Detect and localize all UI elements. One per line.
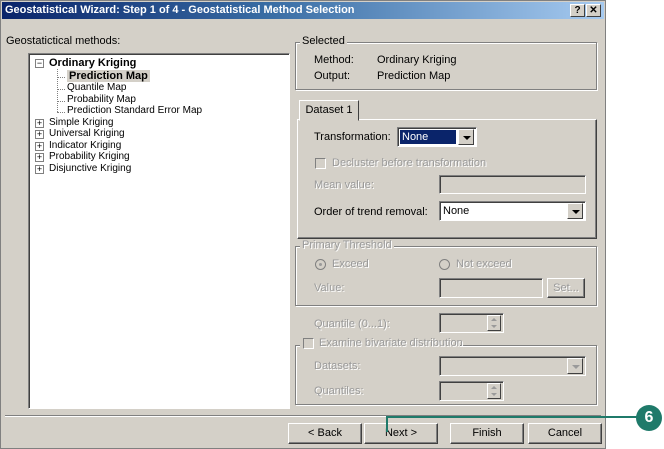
bivariate-checkbox[interactable] xyxy=(303,338,314,349)
chevron-down-icon[interactable] xyxy=(567,358,583,374)
tree-item-label[interactable]: Probability Kriging xyxy=(49,151,130,162)
help-button[interactable]: ? xyxy=(570,4,585,17)
tree-item-selected[interactable]: Prediction Map xyxy=(67,69,150,82)
datasets-select[interactable] xyxy=(439,356,586,376)
window-title: Geostatistical Wizard: Step 1 of 4 - Geo… xyxy=(5,4,355,16)
selected-legend: Selected xyxy=(300,35,347,47)
callout-line xyxy=(386,416,640,432)
trend-select[interactable]: None xyxy=(439,201,586,221)
tree-expander-icon[interactable]: + xyxy=(35,118,44,128)
close-icon: ✕ xyxy=(589,5,598,16)
quantiles-input[interactable] xyxy=(439,381,504,401)
transformation-value: None xyxy=(400,130,456,144)
tree-expander-icon[interactable]: − xyxy=(35,59,44,68)
tree-expander-icon[interactable]: + xyxy=(35,141,44,151)
tree-item-label[interactable]: Ordinary Kriging xyxy=(49,57,136,69)
wizard-window: Geostatistical Wizard: Step 1 of 4 - Geo… xyxy=(0,0,606,449)
not-exceed-radio[interactable] xyxy=(439,259,450,270)
tree-expander-icon[interactable]: + xyxy=(35,130,44,139)
quantiles-label: Quantiles: xyxy=(314,385,364,397)
exceed-radio[interactable] xyxy=(315,259,326,270)
decluster-checkbox[interactable] xyxy=(315,158,326,169)
tab-dataset-1[interactable]: Dataset 1 xyxy=(299,100,359,121)
tree-item-label[interactable]: Universal Kriging xyxy=(49,128,125,139)
mean-input[interactable] xyxy=(439,175,586,194)
tree-item-label[interactable]: Simple Kriging xyxy=(49,117,113,128)
method-label: Method: xyxy=(314,54,354,66)
tree-connector xyxy=(57,112,65,113)
datasets-label: Datasets: xyxy=(314,360,361,372)
not-exceed-label: Not exceed xyxy=(456,258,512,270)
tree-connector xyxy=(57,89,65,90)
callout-badge: 6 xyxy=(636,405,662,431)
output-label: Output: xyxy=(314,70,351,82)
tree-child-label[interactable]: Prediction Standard Error Map xyxy=(67,105,202,116)
set-button[interactable]: Set... xyxy=(547,278,585,298)
threshold-value-label: Value: xyxy=(314,282,345,294)
tree-item-label[interactable]: Indicator Kriging xyxy=(49,140,121,151)
threshold-legend: Primary Threshold xyxy=(300,239,394,251)
quantiles-spin-icon[interactable] xyxy=(487,383,501,399)
tree-expander-icon[interactable]: + xyxy=(35,153,44,162)
tab-dataset-1-label: Dataset 1 xyxy=(305,104,353,116)
title-bar: Geostatistical Wizard: Step 1 of 4 - Geo… xyxy=(2,2,604,19)
methods-tree[interactable]: − Ordinary Kriging Prediction Map Quantile … xyxy=(28,53,290,409)
tree-expander-icon[interactable]: + xyxy=(35,164,44,174)
trend-value: None xyxy=(443,205,470,217)
tree-connector xyxy=(57,100,65,102)
quantile-input[interactable] xyxy=(439,313,504,333)
trend-label: Order of trend removal: xyxy=(314,206,428,218)
exceed-label: Exceed xyxy=(332,258,369,270)
quantile-spin-icon[interactable] xyxy=(487,315,501,331)
tree-child-label[interactable]: Quantile Map xyxy=(67,82,126,93)
method-value: Ordinary Kriging xyxy=(377,54,457,66)
selected-group xyxy=(295,42,597,90)
output-value: Prediction Map xyxy=(377,70,451,82)
bivariate-label: Examine bivariate distribution xyxy=(319,337,463,349)
back-button-label: < Back xyxy=(308,427,342,439)
mean-label: Mean value: xyxy=(314,179,374,191)
threshold-value-input[interactable] xyxy=(439,278,543,298)
transformation-select[interactable]: None xyxy=(397,127,477,147)
set-button-label: Set... xyxy=(553,282,579,294)
tree-item-label[interactable]: Disjunctive Kriging xyxy=(49,163,131,174)
close-button[interactable]: ✕ xyxy=(586,4,601,17)
tree-guide-line xyxy=(57,68,58,112)
help-icon: ? xyxy=(574,5,581,16)
decluster-label: Decluster before transformation xyxy=(332,157,487,169)
chevron-down-icon[interactable] xyxy=(567,203,583,219)
quantile-label: Quantile (0...1): xyxy=(314,318,390,330)
back-button[interactable]: < Back xyxy=(288,423,362,444)
methods-label: Geostatictical methods: xyxy=(6,35,121,47)
chevron-down-icon[interactable] xyxy=(458,129,474,145)
tree-connector xyxy=(57,76,65,78)
methods-tree-content: − Ordinary Kriging Prediction Map Quantile … xyxy=(29,54,287,406)
tree-child-label[interactable]: Probability Map xyxy=(67,94,136,105)
callout-number: 6 xyxy=(644,409,654,426)
transformation-label: Transformation: xyxy=(314,131,391,143)
